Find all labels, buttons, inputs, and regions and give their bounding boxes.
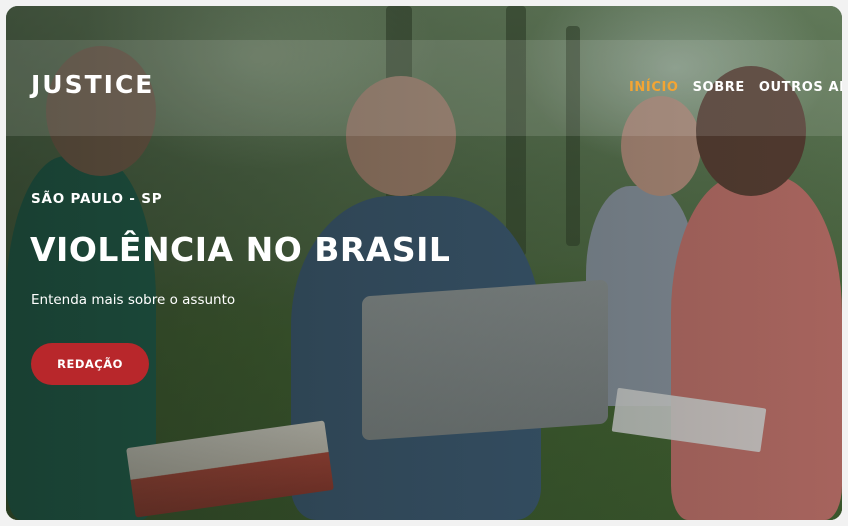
nav-item-outros[interactable]: OUTROS ARG xyxy=(759,80,842,95)
redacao-button[interactable]: REDAÇÃO xyxy=(31,343,149,385)
browser-viewport: JUSTICE INÍCIO SOBRE OUTROS ARG SÃO PAUL… xyxy=(6,6,842,520)
site-header: JUSTICE INÍCIO SOBRE OUTROS ARG xyxy=(6,40,842,136)
site-logo[interactable]: JUSTICE xyxy=(31,70,154,99)
nav-item-inicio[interactable]: INÍCIO xyxy=(629,80,679,95)
hero-location: SÃO PAULO - SP xyxy=(31,191,163,207)
hero-subtitle: Entenda mais sobre o assunto xyxy=(31,292,236,308)
hero-title: VIOLÊNCIA NO BRASIL xyxy=(30,230,451,269)
nav-item-sobre[interactable]: SOBRE xyxy=(693,80,745,95)
main-nav: INÍCIO SOBRE OUTROS ARG xyxy=(629,80,842,95)
